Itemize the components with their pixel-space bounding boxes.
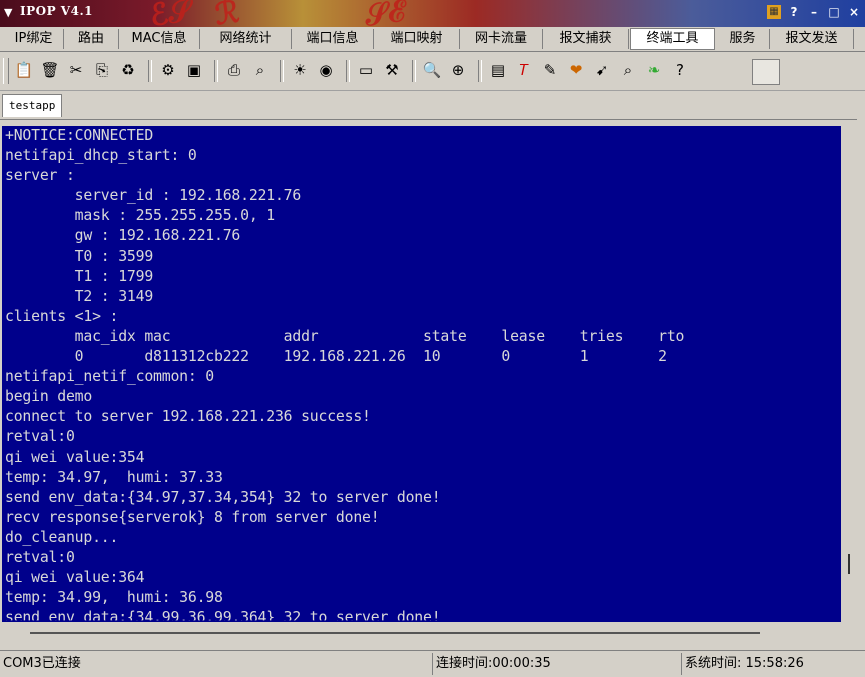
leaf-icon[interactable]: ❧ — [644, 60, 664, 80]
terminal-line: netifapi_netif_common: 0 — [5, 368, 215, 386]
title-decoration: 𝒮ℰ — [362, 0, 408, 27]
menu-packet-send[interactable]: 报文发送 — [770, 29, 854, 49]
app-icon[interactable]: ▼ — [4, 6, 12, 19]
horizontal-scroll-thumb[interactable] — [30, 632, 760, 634]
terminal-line: +NOTICE:CONNECTED — [5, 127, 154, 144]
find-icon[interactable]: ⌕ — [250, 60, 270, 80]
record-icon[interactable]: ◉ — [316, 60, 336, 80]
zoom-in-icon[interactable]: 🔍 — [422, 60, 442, 80]
window-title: IPOP V4.1 — [20, 4, 93, 18]
terminal-line: mask : 255.255.255.0, 1 — [5, 207, 276, 225]
toolbar-separator — [148, 60, 152, 82]
toolbar-separator — [412, 60, 416, 82]
close-button[interactable]: × — [847, 5, 861, 19]
paste-icon[interactable]: ♻ — [118, 60, 138, 80]
status-system-time: 系统时间: 15:58:26 — [681, 653, 865, 675]
toolbar-separator — [280, 60, 284, 82]
cut-icon[interactable]: ✂ — [66, 60, 86, 80]
menu-service[interactable]: 服务 — [716, 29, 770, 49]
horizontal-scrollbar[interactable] — [2, 624, 841, 642]
terminal-line: send env_data:{34.99,36.99,364} 32 to se… — [5, 609, 441, 622]
app-menu-icon[interactable]: ▦ — [767, 5, 781, 19]
title-bar[interactable]: ℰ𝒮 ℛ 𝒮ℰ ▼ IPOP V4.1 ▦ ? – □ × — [0, 0, 865, 27]
trash-icon[interactable]: 🗑 — [40, 60, 60, 80]
tab-testapp[interactable]: testapp — [2, 94, 63, 117]
arrow-icon[interactable]: ➹ — [592, 60, 612, 80]
terminal-line: qi wei value:354 — [5, 448, 145, 466]
status-port: COM3已连接 — [3, 656, 81, 671]
window-controls: ▦ ? – □ × — [767, 5, 861, 19]
help-icon[interactable]: ? — [670, 60, 690, 80]
menu-port-info[interactable]: 端口信息 — [292, 29, 374, 49]
menu-nic-traffic[interactable]: 网卡流量 — [460, 29, 543, 49]
copy-icon[interactable]: ⎘ — [92, 60, 112, 80]
open-icon[interactable]: 📋 — [14, 60, 34, 80]
terminal-line: retval:0 — [5, 428, 75, 446]
terminal-line: temp: 34.97, humi: 37.33 — [5, 468, 223, 486]
help-button[interactable]: ? — [787, 5, 801, 19]
toolbar: 📋 🗑 ✂ ⎘ ♻ ⚙ ▣ ⎙ ⌕ ☀ ◉ ▭ ⚒ 🔍 ⊕ ▤ 𝑇 ✎ ❤ ➹ … — [0, 52, 865, 91]
terminal-line: qi wei value:364 — [5, 569, 145, 587]
connect-icon[interactable]: ⚙ — [158, 60, 178, 80]
calendar-icon[interactable]: ▤ — [488, 60, 508, 80]
terminal-line: netifapi_dhcp_start: 0 — [5, 147, 197, 165]
terminal-frame: +NOTICE:CONNECTED netifapi_dhcp_start: 0 s… — [0, 119, 857, 650]
toolbar-extra-box — [752, 59, 780, 85]
terminal-line: server : — [5, 167, 75, 185]
vertical-scrollbar[interactable] — [843, 126, 855, 622]
terminal-line: temp: 34.99, humi: 36.98 — [5, 589, 223, 607]
settings-icon[interactable]: ⚒ — [382, 60, 402, 80]
heart-icon[interactable]: ❤ — [566, 60, 586, 80]
document-tabs: testapp — [0, 91, 865, 118]
terminal-line: retval:0 — [5, 548, 75, 566]
menu-net-stats[interactable]: 网络统计 — [200, 29, 292, 49]
toolbar-separator — [478, 60, 482, 82]
menu-route[interactable]: 路由 — [64, 29, 119, 49]
tools-icon[interactable]: ✎ — [540, 60, 560, 80]
menu-packet-capture[interactable]: 报文捕获 — [543, 29, 629, 49]
title-decoration: ℰ𝒮 — [147, 0, 194, 27]
terminal-line: server_id : 192.168.221.76 — [5, 187, 302, 205]
print-icon[interactable]: ⎙ — [224, 60, 244, 80]
menu-ip-bind[interactable]: IP绑定 — [4, 29, 64, 49]
menu-port-mapping[interactable]: 端口映射 — [374, 29, 460, 49]
menu-mac-info[interactable]: MAC信息 — [119, 29, 200, 49]
terminal-icon[interactable]: ▭ — [356, 60, 376, 80]
terminal-line: do_cleanup... — [5, 528, 119, 546]
menu-terminal-tool[interactable]: 终端工具 — [630, 28, 715, 50]
maximize-button[interactable]: □ — [827, 5, 841, 19]
terminal-line: send env_data:{34.97,37.34,354} 32 to se… — [5, 488, 441, 506]
menu-bar: IP绑定 路由 MAC信息 网络统计 端口信息 端口映射 网卡流量 报文捕获 终… — [0, 27, 865, 52]
minimize-button[interactable]: – — [807, 5, 821, 19]
toolbar-grip[interactable] — [3, 58, 9, 84]
sun-icon[interactable]: ☀ — [290, 60, 310, 80]
status-bar: COM3已连接 连接时间:00:00:35 系统时间: 15:58:26 — [0, 650, 865, 677]
terminal-line: T2 : 3149 — [5, 287, 154, 305]
terminal-output[interactable]: +NOTICE:CONNECTED netifapi_dhcp_start: 0 s… — [2, 126, 841, 622]
title-decoration: ℛ — [212, 0, 242, 27]
terminal-line: connect to server 192.168.221.236 succes… — [5, 408, 371, 426]
zoom-icon[interactable]: ⌕ — [618, 60, 638, 80]
terminal-line: mac_idx mac addr state lease tries rto — [5, 327, 685, 345]
terminal-line: T0 : 3599 — [5, 247, 154, 265]
toolbar-separator — [214, 60, 218, 82]
vertical-scroll-thumb[interactable] — [848, 554, 850, 574]
disconnect-icon[interactable]: ▣ — [184, 60, 204, 80]
terminal-line: 0 d811312cb222 192.168.221.26 10 0 1 2 — [5, 348, 667, 366]
terminal-line: recv response{serverok} 8 from server do… — [5, 508, 380, 526]
terminal-line: gw : 192.168.221.76 — [5, 227, 241, 245]
terminal-line: clients <1> : — [5, 307, 119, 325]
font-icon[interactable]: 𝑇 — [514, 60, 534, 80]
target-icon[interactable]: ⊕ — [448, 60, 468, 80]
toolbar-separator — [346, 60, 350, 82]
terminal-line: T1 : 1799 — [5, 267, 154, 285]
terminal-line: begin demo — [5, 388, 93, 406]
status-connect-time: 连接时间:00:00:35 — [432, 653, 681, 675]
